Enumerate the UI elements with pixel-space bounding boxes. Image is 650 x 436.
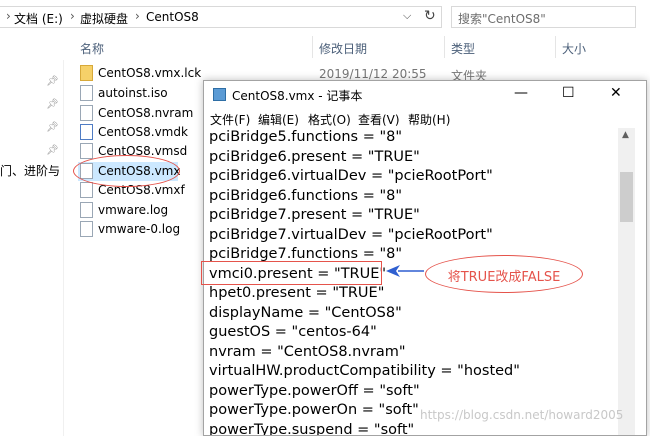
close-icon[interactable]: ✕ — [610, 85, 622, 101]
text-line: powerType.powerOff = "soft" — [209, 382, 420, 399]
file-icon — [80, 105, 93, 121]
arrow-left-icon — [386, 265, 424, 277]
highlight-box — [201, 261, 382, 285]
menu-bar: 文件(F) 编辑(E) 格式(O) 查看(V) 帮助(H) — [204, 108, 646, 128]
column-header-date[interactable]: 修改日期 — [319, 40, 367, 57]
nav-item-partial[interactable]: 门、进阶与 — [0, 162, 60, 179]
pin-icon[interactable]: 📌︎ — [46, 145, 59, 156]
text-line: powerType.suspend = "soft" — [209, 421, 415, 436]
column-header-name[interactable]: 名称 — [80, 40, 104, 57]
notepad-window: CentOS8.vmx - 记事本 — ☐ ✕ 文件(F) 编辑(E) 格式(O… — [203, 80, 647, 436]
file-icon — [80, 202, 93, 218]
menu-edit[interactable]: 编辑(E) — [258, 111, 299, 128]
disc-image-icon — [80, 85, 93, 101]
column-divider[interactable] — [555, 36, 556, 58]
text-line: nvram = "CentOS8.nvram" — [209, 343, 406, 360]
maximize-icon[interactable]: ☐ — [562, 85, 575, 101]
text-line: guestOS = "centos-64" — [209, 324, 377, 340]
text-line: displayName = "CentOS8" — [209, 304, 402, 321]
file-icon — [80, 143, 93, 159]
text-line: pciBridge7.virtualDev = "pcieRootPort" — [209, 226, 493, 243]
menu-file[interactable]: 文件(F) — [210, 111, 250, 128]
search-placeholder: 搜索"CentOS8" — [458, 12, 546, 26]
breadcrumb-drive[interactable]: 文档 (E:) — [14, 10, 63, 27]
notepad-icon — [213, 88, 226, 101]
menu-format[interactable]: 格式(O) — [308, 111, 351, 128]
column-header-size[interactable]: 大小 — [562, 40, 586, 57]
breadcrumb-separator-icon: › — [6, 9, 11, 23]
text-line: pciBridge7.present = "TRUE" — [209, 207, 420, 223]
file-name: vmware-0.log — [98, 222, 181, 236]
text-line: powerType.powerOn = "soft" — [209, 402, 419, 418]
text-line: pciBridge5.functions = "8" — [209, 129, 403, 145]
file-name: vmware.log — [98, 203, 169, 217]
scroll-up-icon[interactable]: ▲ — [622, 130, 629, 140]
search-input[interactable]: 搜索"CentOS8" — [451, 6, 636, 28]
column-header-type[interactable]: 类型 — [451, 40, 475, 57]
file-icon — [80, 182, 93, 198]
breadcrumb-current[interactable]: CentOS8 — [146, 10, 199, 24]
file-name: CentOS8.vmx.lck — [98, 66, 202, 80]
chevron-down-icon[interactable]: ⌵ — [403, 9, 411, 23]
minimize-icon[interactable]: — — [514, 85, 528, 101]
vmware-disk-icon — [80, 124, 93, 140]
text-line: virtualHW.productCompatibility = "hosted… — [209, 363, 520, 379]
refresh-icon[interactable]: ↻ — [424, 8, 436, 24]
file-name: CentOS8.nvram — [98, 106, 194, 120]
text-line: pciBridge6.virtualDev = "pcieRootPort" — [209, 168, 493, 184]
file-name: CentOS8.vmdk — [98, 125, 188, 139]
column-divider[interactable] — [312, 36, 313, 58]
text-line: pciBridge6.functions = "8" — [209, 187, 403, 204]
annotation-callout: 将TRUE改成FALSE — [425, 255, 583, 293]
highlight-ellipse — [73, 155, 180, 187]
menu-view[interactable]: 查看(V) — [358, 111, 400, 128]
breadcrumb-separator-icon: › — [135, 9, 140, 23]
text-line: hpet0.present = "TRUE" — [209, 285, 385, 301]
file-icon — [80, 221, 93, 237]
pin-icon[interactable]: 📌︎ — [46, 122, 59, 133]
title-bar[interactable]: CentOS8.vmx - 记事本 — ☐ ✕ — [204, 81, 646, 108]
watermark: https://blog.csdn.net/howard2005 — [420, 408, 624, 422]
window-title: CentOS8.vmx - 记事本 — [232, 89, 363, 103]
pin-icon[interactable]: 📌︎ — [46, 99, 59, 110]
text-line: pciBridge7.functions = "8" — [209, 246, 403, 262]
address-bar[interactable]: › 文档 (E:) › 虚拟硬盘 › CentOS8 ⌵ ↻ — [0, 6, 442, 28]
text-line: pciBridge6.present = "TRUE" — [209, 148, 420, 165]
pin-icon[interactable]: 📌︎ — [46, 76, 59, 87]
file-name: autoinst.iso — [98, 86, 168, 100]
callout-text: 将TRUE改成FALSE — [447, 270, 561, 285]
breadcrumb-separator-icon: › — [70, 9, 75, 23]
menu-help[interactable]: 帮助(H) — [408, 111, 450, 128]
column-divider[interactable] — [444, 36, 445, 58]
breadcrumb-folder[interactable]: 虚拟硬盘 — [80, 10, 128, 27]
scrollbar-thumb[interactable] — [620, 172, 633, 222]
vertical-scrollbar[interactable]: ▲ — [618, 128, 635, 435]
folder-icon — [80, 65, 93, 81]
nav-pane-divider — [63, 60, 64, 436]
file-date: 2019/11/12 20:55 — [319, 67, 427, 81]
